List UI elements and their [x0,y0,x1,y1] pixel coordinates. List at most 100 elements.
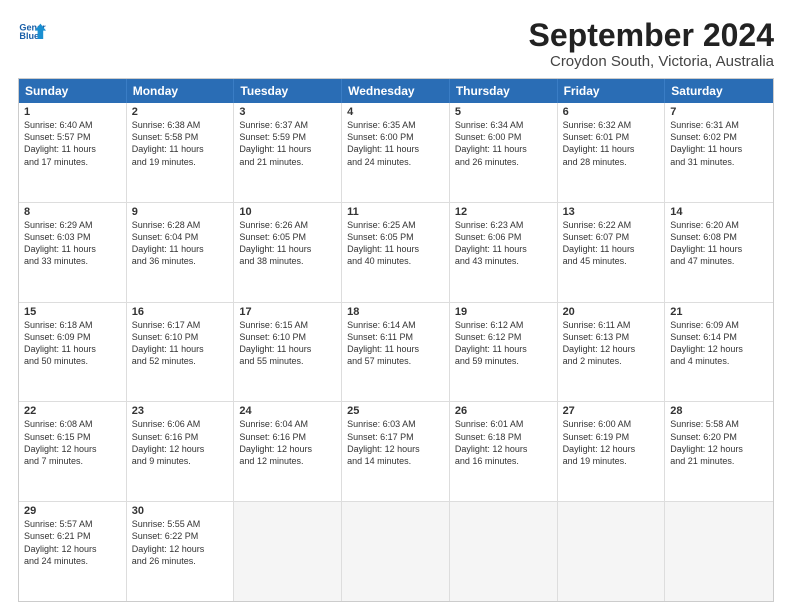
day-number: 14 [670,206,768,218]
logo: General Blue [18,18,46,46]
calendar-cell-r3-c3: 25Sunrise: 6:03 AM Sunset: 6:17 PM Dayli… [342,402,450,501]
day-info: Sunrise: 6:12 AM Sunset: 6:12 PM Dayligh… [455,319,552,368]
calendar-cell-r0-c0: 1Sunrise: 6:40 AM Sunset: 5:57 PM Daylig… [19,103,127,202]
day-number: 27 [563,405,660,417]
day-info: Sunrise: 6:23 AM Sunset: 6:06 PM Dayligh… [455,219,552,268]
day-info: Sunrise: 6:08 AM Sunset: 6:15 PM Dayligh… [24,418,121,467]
day-info: Sunrise: 6:01 AM Sunset: 6:18 PM Dayligh… [455,418,552,467]
day-info: Sunrise: 6:32 AM Sunset: 6:01 PM Dayligh… [563,119,660,168]
calendar-cell-r1-c5: 13Sunrise: 6:22 AM Sunset: 6:07 PM Dayli… [558,203,666,302]
day-number: 12 [455,206,552,218]
day-number: 10 [239,206,336,218]
day-number: 18 [347,306,444,318]
logo-icon: General Blue [18,18,46,46]
calendar-cell-r3-c2: 24Sunrise: 6:04 AM Sunset: 6:16 PM Dayli… [234,402,342,501]
day-number: 7 [670,106,768,118]
day-number: 4 [347,106,444,118]
page: General Blue September 2024 Croydon Sout… [0,0,792,612]
day-number: 23 [132,405,229,417]
day-info: Sunrise: 6:03 AM Sunset: 6:17 PM Dayligh… [347,418,444,467]
calendar-cell-r4-c0: 29Sunrise: 5:57 AM Sunset: 6:21 PM Dayli… [19,502,127,601]
calendar-cell-r2-c4: 19Sunrise: 6:12 AM Sunset: 6:12 PM Dayli… [450,303,558,402]
day-number: 17 [239,306,336,318]
day-number: 30 [132,505,229,517]
day-info: Sunrise: 6:28 AM Sunset: 6:04 PM Dayligh… [132,219,229,268]
day-number: 21 [670,306,768,318]
calendar-row-2: 15Sunrise: 6:18 AM Sunset: 6:09 PM Dayli… [19,302,773,402]
day-number: 11 [347,206,444,218]
calendar-cell-r3-c1: 23Sunrise: 6:06 AM Sunset: 6:16 PM Dayli… [127,402,235,501]
calendar-cell-r2-c5: 20Sunrise: 6:11 AM Sunset: 6:13 PM Dayli… [558,303,666,402]
calendar-cell-r4-c2 [234,502,342,601]
day-number: 24 [239,405,336,417]
calendar-row-4: 29Sunrise: 5:57 AM Sunset: 6:21 PM Dayli… [19,501,773,601]
calendar-cell-r1-c3: 11Sunrise: 6:25 AM Sunset: 6:05 PM Dayli… [342,203,450,302]
calendar-cell-r0-c3: 4Sunrise: 6:35 AM Sunset: 6:00 PM Daylig… [342,103,450,202]
day-info: Sunrise: 5:57 AM Sunset: 6:21 PM Dayligh… [24,518,121,567]
calendar-header: Sunday Monday Tuesday Wednesday Thursday… [19,79,773,103]
day-info: Sunrise: 6:17 AM Sunset: 6:10 PM Dayligh… [132,319,229,368]
day-info: Sunrise: 6:20 AM Sunset: 6:08 PM Dayligh… [670,219,768,268]
day-info: Sunrise: 6:34 AM Sunset: 6:00 PM Dayligh… [455,119,552,168]
day-info: Sunrise: 6:38 AM Sunset: 5:58 PM Dayligh… [132,119,229,168]
day-info: Sunrise: 5:55 AM Sunset: 6:22 PM Dayligh… [132,518,229,567]
day-info: Sunrise: 6:06 AM Sunset: 6:16 PM Dayligh… [132,418,229,467]
header-monday: Monday [127,79,235,103]
day-info: Sunrise: 6:04 AM Sunset: 6:16 PM Dayligh… [239,418,336,467]
day-number: 19 [455,306,552,318]
day-info: Sunrise: 6:22 AM Sunset: 6:07 PM Dayligh… [563,219,660,268]
calendar-row-3: 22Sunrise: 6:08 AM Sunset: 6:15 PM Dayli… [19,401,773,501]
header-tuesday: Tuesday [234,79,342,103]
day-number: 26 [455,405,552,417]
day-info: Sunrise: 6:40 AM Sunset: 5:57 PM Dayligh… [24,119,121,168]
day-info: Sunrise: 6:25 AM Sunset: 6:05 PM Dayligh… [347,219,444,268]
calendar-cell-r4-c4 [450,502,558,601]
day-info: Sunrise: 6:15 AM Sunset: 6:10 PM Dayligh… [239,319,336,368]
header-saturday: Saturday [665,79,773,103]
calendar-cell-r1-c0: 8Sunrise: 6:29 AM Sunset: 6:03 PM Daylig… [19,203,127,302]
day-info: Sunrise: 6:09 AM Sunset: 6:14 PM Dayligh… [670,319,768,368]
calendar-cell-r2-c1: 16Sunrise: 6:17 AM Sunset: 6:10 PM Dayli… [127,303,235,402]
calendar-cell-r3-c0: 22Sunrise: 6:08 AM Sunset: 6:15 PM Dayli… [19,402,127,501]
calendar-row-0: 1Sunrise: 6:40 AM Sunset: 5:57 PM Daylig… [19,103,773,202]
day-number: 13 [563,206,660,218]
calendar-cell-r1-c2: 10Sunrise: 6:26 AM Sunset: 6:05 PM Dayli… [234,203,342,302]
day-number: 29 [24,505,121,517]
day-number: 5 [455,106,552,118]
calendar-cell-r4-c3 [342,502,450,601]
calendar-cell-r0-c1: 2Sunrise: 6:38 AM Sunset: 5:58 PM Daylig… [127,103,235,202]
calendar-cell-r4-c5 [558,502,666,601]
calendar-cell-r3-c6: 28Sunrise: 5:58 AM Sunset: 6:20 PM Dayli… [665,402,773,501]
day-info: Sunrise: 6:14 AM Sunset: 6:11 PM Dayligh… [347,319,444,368]
calendar-cell-r4-c6 [665,502,773,601]
header-friday: Friday [558,79,666,103]
day-number: 9 [132,206,229,218]
day-number: 16 [132,306,229,318]
calendar-cell-r2-c6: 21Sunrise: 6:09 AM Sunset: 6:14 PM Dayli… [665,303,773,402]
day-info: Sunrise: 6:37 AM Sunset: 5:59 PM Dayligh… [239,119,336,168]
day-info: Sunrise: 6:31 AM Sunset: 6:02 PM Dayligh… [670,119,768,168]
title-block: September 2024 Croydon South, Victoria, … [529,18,774,70]
calendar-body: 1Sunrise: 6:40 AM Sunset: 5:57 PM Daylig… [19,103,773,601]
day-info: Sunrise: 6:11 AM Sunset: 6:13 PM Dayligh… [563,319,660,368]
day-info: Sunrise: 6:29 AM Sunset: 6:03 PM Dayligh… [24,219,121,268]
header-sunday: Sunday [19,79,127,103]
calendar-cell-r4-c1: 30Sunrise: 5:55 AM Sunset: 6:22 PM Dayli… [127,502,235,601]
day-info: Sunrise: 5:58 AM Sunset: 6:20 PM Dayligh… [670,418,768,467]
calendar-cell-r2-c3: 18Sunrise: 6:14 AM Sunset: 6:11 PM Dayli… [342,303,450,402]
subtitle: Croydon South, Victoria, Australia [529,53,774,70]
calendar-row-1: 8Sunrise: 6:29 AM Sunset: 6:03 PM Daylig… [19,202,773,302]
day-number: 1 [24,106,121,118]
calendar-cell-r0-c6: 7Sunrise: 6:31 AM Sunset: 6:02 PM Daylig… [665,103,773,202]
main-title: September 2024 [529,18,774,53]
day-info: Sunrise: 6:26 AM Sunset: 6:05 PM Dayligh… [239,219,336,268]
day-number: 15 [24,306,121,318]
day-info: Sunrise: 6:35 AM Sunset: 6:00 PM Dayligh… [347,119,444,168]
day-number: 28 [670,405,768,417]
calendar-cell-r0-c4: 5Sunrise: 6:34 AM Sunset: 6:00 PM Daylig… [450,103,558,202]
header-wednesday: Wednesday [342,79,450,103]
calendar-cell-r1-c1: 9Sunrise: 6:28 AM Sunset: 6:04 PM Daylig… [127,203,235,302]
calendar-cell-r1-c4: 12Sunrise: 6:23 AM Sunset: 6:06 PM Dayli… [450,203,558,302]
calendar-cell-r0-c5: 6Sunrise: 6:32 AM Sunset: 6:01 PM Daylig… [558,103,666,202]
day-info: Sunrise: 6:18 AM Sunset: 6:09 PM Dayligh… [24,319,121,368]
